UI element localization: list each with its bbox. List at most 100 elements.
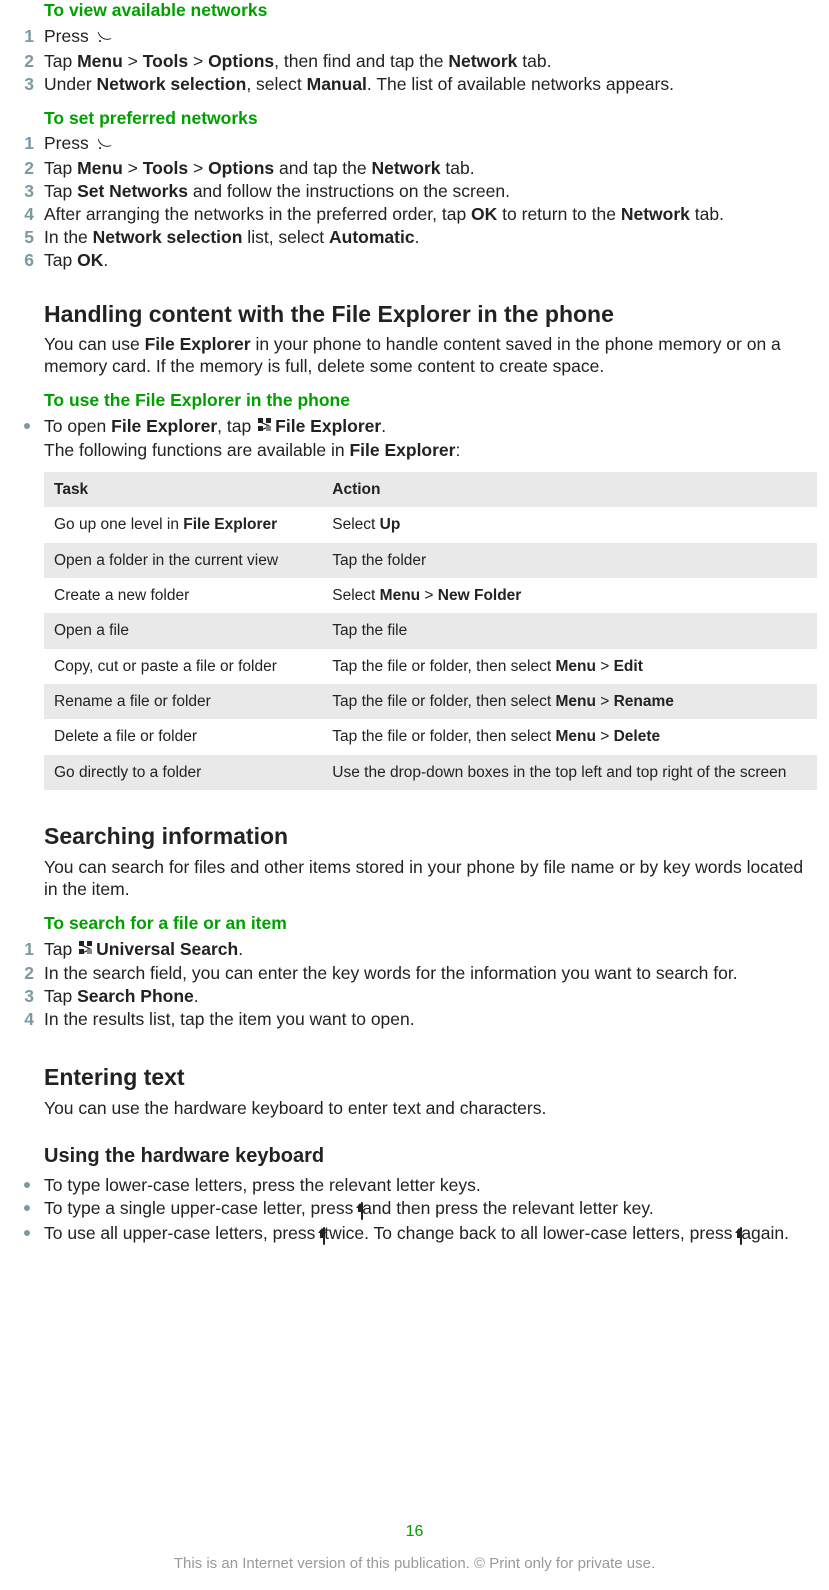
table-cell-action: Tap the file or folder, then select Menu… xyxy=(322,649,817,684)
paragraph-searching-intro: You can search for files and other items… xyxy=(44,857,811,901)
list-item: 5In the Network selection list, select A… xyxy=(38,227,811,249)
heading-file-explorer: Handling content with the File Explorer … xyxy=(38,300,811,329)
heading-search-file: To search for a file or an item xyxy=(38,913,811,935)
list-item: 3Under Network selection, select Manual.… xyxy=(38,74,811,96)
list-hardware-keyboard: To type lower-case letters, press the re… xyxy=(38,1175,811,1249)
table-cell-task: Go directly to a folder xyxy=(44,755,322,790)
step-number: 2 xyxy=(18,158,34,180)
table-cell-action: Select Up xyxy=(322,507,817,542)
step-number: 1 xyxy=(18,939,34,961)
step-content: Press . xyxy=(44,26,811,50)
table-header-task: Task xyxy=(44,472,322,507)
step-content: After arranging the networks in the pref… xyxy=(44,204,811,226)
page-footer: This is an Internet version of this publ… xyxy=(0,1555,829,1574)
step-number: 1 xyxy=(18,26,34,48)
table-header-row: Task Action xyxy=(44,472,817,507)
table-cell-task: Open a folder in the current view xyxy=(44,543,322,578)
list-item: 2In the search field, you can enter the … xyxy=(38,963,811,985)
paragraph-file-explorer-intro: You can use File Explorer in your phone … xyxy=(44,334,811,378)
list-item: 2Tap Menu > Tools > Options and tap the … xyxy=(38,158,811,180)
step-content: To type lower-case letters, press the re… xyxy=(44,1175,811,1197)
content: To view available networks 1Press .2Tap … xyxy=(10,0,819,1248)
step-number: 6 xyxy=(18,250,34,272)
heading-use-file-explorer: To use the File Explorer in the phone xyxy=(38,390,811,412)
table-cell-task: Delete a file or folder xyxy=(44,719,322,754)
table-cell-action: Tap the file or folder, then select Menu… xyxy=(322,719,817,754)
step-number: 2 xyxy=(18,51,34,73)
step-content: In the search field, you can enter the k… xyxy=(44,963,811,985)
table-row: Create a new folderSelect Menu > New Fol… xyxy=(44,578,817,613)
step-content: Press . xyxy=(44,133,811,157)
table-cell-action: Tap the folder xyxy=(322,543,817,578)
list-item: 3Tap Search Phone. xyxy=(38,986,811,1008)
table-cell-task: Open a file xyxy=(44,613,322,648)
list-item: 1Tap > Universal Search. xyxy=(38,939,811,963)
step-number: 4 xyxy=(18,1009,34,1031)
table-row: Copy, cut or paste a file or folderTap t… xyxy=(44,649,817,684)
list-item: 4In the results list, tap the item you w… xyxy=(38,1009,811,1031)
step-content: Tap Set Networks and follow the instruct… xyxy=(44,181,811,203)
step-number: 2 xyxy=(18,963,34,985)
list-file-explorer-bullet: To open File Explorer, tap > File Explor… xyxy=(38,416,811,462)
table-row: Open a folder in the current viewTap the… xyxy=(44,543,817,578)
list-item: 1Press . xyxy=(38,26,811,50)
table-row: Go up one level in File ExplorerSelect U… xyxy=(44,507,817,542)
table-cell-action: Use the drop-down boxes in the top left … xyxy=(322,755,817,790)
step-number: 3 xyxy=(18,986,34,1008)
table-body: Go up one level in File ExplorerSelect U… xyxy=(44,507,817,790)
step-number: 3 xyxy=(18,181,34,203)
step-content: In the Network selection list, select Au… xyxy=(44,227,811,249)
list-item: 6Tap OK. xyxy=(38,250,811,272)
list-item: 3Tap Set Networks and follow the instruc… xyxy=(38,181,811,203)
list-item: To type lower-case letters, press the re… xyxy=(38,1175,811,1197)
list-item: To type a single upper-case letter, pres… xyxy=(38,1198,811,1223)
list-item: 4After arranging the networks in the pre… xyxy=(38,204,811,226)
table-row: Delete a file or folderTap the file or f… xyxy=(44,719,817,754)
bullet-marker xyxy=(24,423,30,429)
heading-entering-text: Entering text xyxy=(38,1063,811,1092)
table-row: Go directly to a folderUse the drop-down… xyxy=(44,755,817,790)
bullet-marker xyxy=(24,1230,30,1236)
step-number: 3 xyxy=(18,74,34,96)
list-item: To open File Explorer, tap > File Explor… xyxy=(38,416,811,462)
heading-hardware-keyboard: Using the hardware keyboard xyxy=(38,1144,811,1169)
table-cell-task: Copy, cut or paste a file or folder xyxy=(44,649,322,684)
list-item: 1Press . xyxy=(38,133,811,157)
bullet-marker xyxy=(24,1205,30,1211)
table-cell-task: Create a new folder xyxy=(44,578,322,613)
table-cell-action: Tap the file xyxy=(322,613,817,648)
list-set-preferred: 1Press .2Tap Menu > Tools > Options and … xyxy=(38,133,811,271)
step-number: 1 xyxy=(18,133,34,155)
table-cell-action: Tap the file or folder, then select Menu… xyxy=(322,684,817,719)
step-content: Tap OK. xyxy=(44,250,811,272)
paragraph-entering-text-intro: You can use the hardware keyboard to ent… xyxy=(44,1098,811,1120)
list-search: 1Tap > Universal Search.2In the search f… xyxy=(38,939,811,1032)
bullet-content: To open File Explorer, tap > File Explor… xyxy=(44,416,811,462)
table-cell-task: Go up one level in File Explorer xyxy=(44,507,322,542)
table-cell-task: Rename a file or folder xyxy=(44,684,322,719)
heading-set-preferred: To set preferred networks xyxy=(38,108,811,130)
table-row: Rename a file or folderTap the file or f… xyxy=(44,684,817,719)
page: To view available networks 1Press .2Tap … xyxy=(0,0,829,1590)
list-item: 2Tap Menu > Tools > Options, then find a… xyxy=(38,51,811,73)
step-number: 5 xyxy=(18,227,34,249)
step-content: Tap Search Phone. xyxy=(44,986,811,1008)
step-content: Tap Menu > Tools > Options and tap the N… xyxy=(44,158,811,180)
heading-searching: Searching information xyxy=(38,822,811,851)
step-content: Under Network selection, select Manual. … xyxy=(44,74,811,96)
table-file-explorer: Task Action Go up one level in File Expl… xyxy=(44,472,817,790)
step-content: To type a single upper-case letter, pres… xyxy=(44,1198,811,1223)
table-header-action: Action xyxy=(322,472,817,507)
table-row: Open a fileTap the file xyxy=(44,613,817,648)
bullet-marker xyxy=(24,1182,30,1188)
step-content: Tap > Universal Search. xyxy=(44,939,811,963)
list-view-networks: 1Press .2Tap Menu > Tools > Options, the… xyxy=(38,26,811,96)
list-item: To use all upper-case letters, press twi… xyxy=(38,1223,811,1248)
step-content: In the results list, tap the item you wa… xyxy=(44,1009,811,1031)
table-cell-action: Select Menu > New Folder xyxy=(322,578,817,613)
step-number: 4 xyxy=(18,204,34,226)
page-number: 16 xyxy=(0,1522,829,1542)
heading-view-networks: To view available networks xyxy=(38,0,811,22)
step-content: Tap Menu > Tools > Options, then find an… xyxy=(44,51,811,73)
step-content: To use all upper-case letters, press twi… xyxy=(44,1223,811,1248)
